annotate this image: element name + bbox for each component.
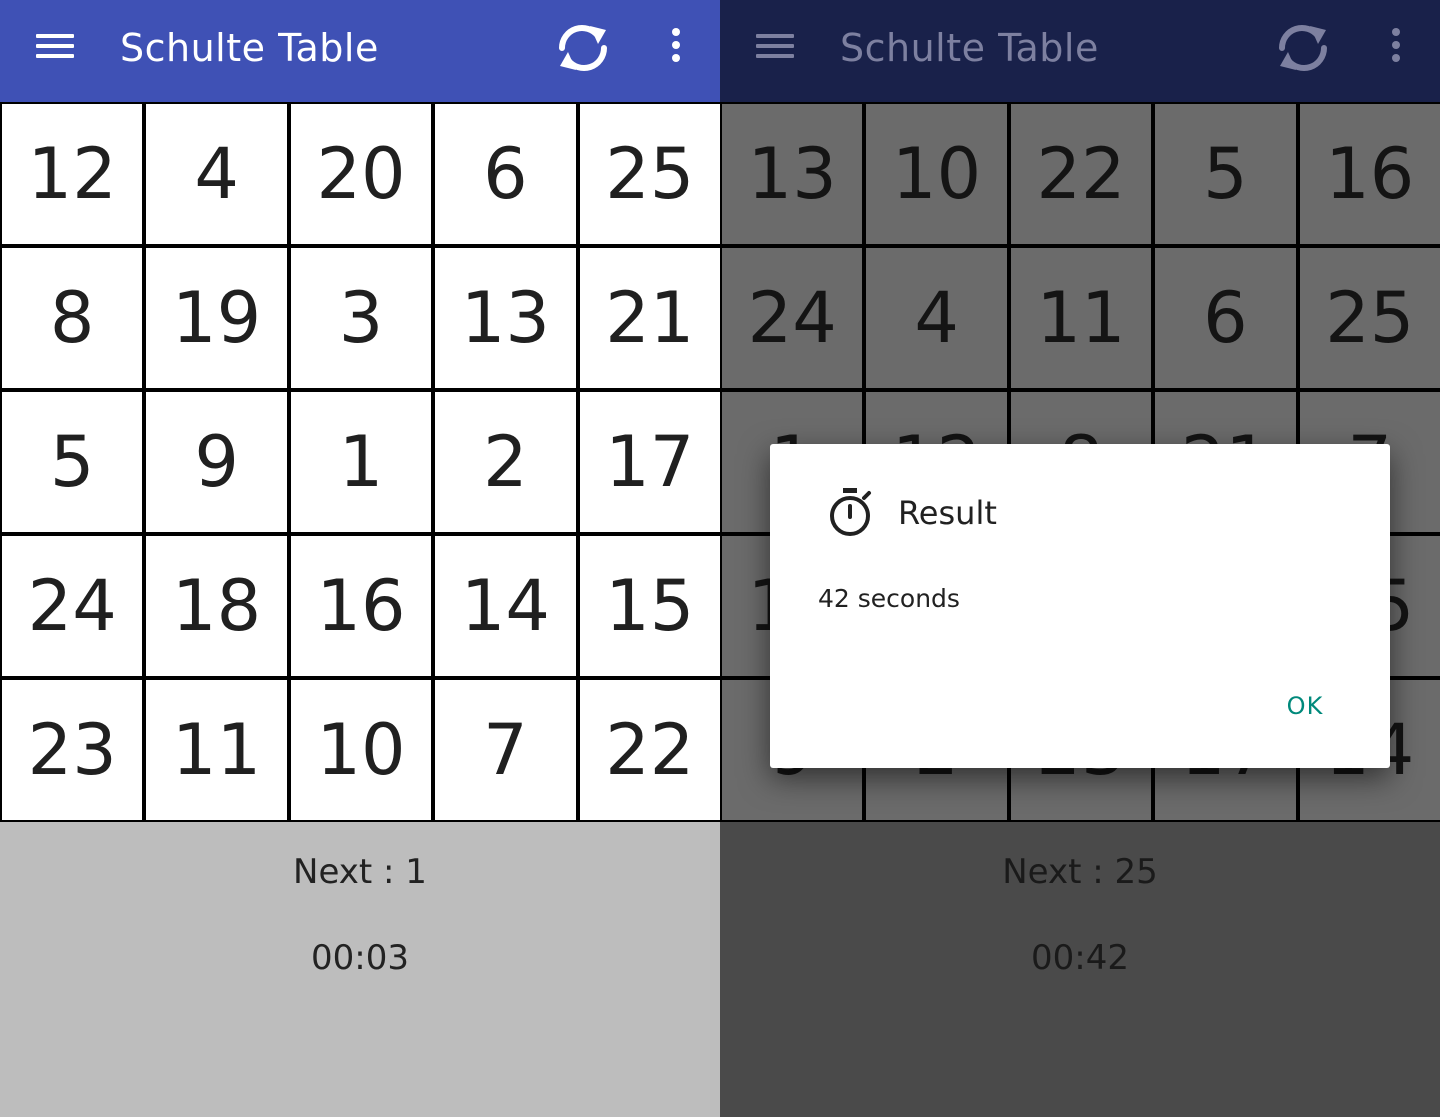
dialog-message: 42 seconds bbox=[818, 584, 960, 613]
ok-button[interactable]: OK bbox=[1270, 686, 1340, 726]
menu-icon[interactable] bbox=[756, 30, 796, 62]
grid-cell[interactable]: 16 bbox=[1299, 104, 1440, 244]
grid-cell[interactable]: 17 bbox=[579, 392, 720, 532]
grid-cell[interactable]: 14 bbox=[435, 536, 576, 676]
more-options-icon[interactable] bbox=[660, 26, 692, 66]
grid-cell[interactable]: 2 bbox=[435, 392, 576, 532]
grid-cell[interactable]: 12 bbox=[2, 104, 143, 244]
grid-cell[interactable]: 13 bbox=[722, 104, 863, 244]
elapsed-timer: 00:03 bbox=[311, 938, 409, 978]
grid-cell[interactable]: 15 bbox=[579, 536, 720, 676]
grid-cell[interactable]: 11 bbox=[146, 680, 287, 820]
grid-cell[interactable]: 23 bbox=[2, 680, 143, 820]
grid-cell[interactable]: 22 bbox=[579, 680, 720, 820]
grid-cell[interactable]: 5 bbox=[1155, 104, 1296, 244]
app-title: Schulte Table bbox=[120, 26, 379, 70]
elapsed-timer: 00:42 bbox=[1031, 938, 1129, 978]
stopwatch-icon bbox=[830, 488, 871, 536]
result-dialog: Result 42 seconds OK bbox=[770, 444, 1390, 768]
next-number-label: Next : 25 bbox=[1002, 852, 1158, 892]
grid-cell[interactable]: 4 bbox=[866, 248, 1007, 388]
grid-cell[interactable]: 10 bbox=[290, 680, 432, 820]
grid-cell[interactable]: 3 bbox=[290, 248, 432, 388]
grid-cell[interactable]: 8 bbox=[2, 248, 143, 388]
app-bar: Schulte Table bbox=[0, 0, 720, 102]
refresh-icon[interactable] bbox=[550, 18, 616, 78]
app-title: Schulte Table bbox=[840, 26, 1099, 70]
grid-cell[interactable]: 24 bbox=[2, 536, 143, 676]
more-options-icon[interactable] bbox=[1380, 26, 1412, 66]
game-screen-active: Schulte Table 12 4 20 6 25 8 19 3 13 21 … bbox=[0, 0, 720, 1117]
grid-cell[interactable]: 13 bbox=[435, 248, 576, 388]
next-number-label: Next : 1 bbox=[293, 852, 427, 892]
grid-cell[interactable]: 24 bbox=[722, 248, 863, 388]
grid-cell[interactable]: 1 bbox=[290, 392, 432, 532]
dialog-title: Result bbox=[898, 494, 997, 532]
grid-cell[interactable]: 16 bbox=[290, 536, 432, 676]
grid-cell[interactable]: 5 bbox=[2, 392, 143, 532]
grid-cell[interactable]: 7 bbox=[435, 680, 576, 820]
app-bar: Schulte Table bbox=[720, 0, 1440, 102]
grid-cell[interactable]: 25 bbox=[579, 104, 720, 244]
grid-cell[interactable]: 21 bbox=[579, 248, 720, 388]
grid-cell[interactable]: 9 bbox=[146, 392, 287, 532]
grid-cell[interactable]: 20 bbox=[290, 104, 432, 244]
grid-cell[interactable]: 22 bbox=[1010, 104, 1152, 244]
schulte-grid: 12 4 20 6 25 8 19 3 13 21 5 9 1 2 17 24 … bbox=[0, 102, 720, 822]
grid-cell[interactable]: 4 bbox=[146, 104, 287, 244]
grid-cell[interactable]: 18 bbox=[146, 536, 287, 676]
menu-icon[interactable] bbox=[36, 30, 76, 62]
grid-cell[interactable]: 6 bbox=[1155, 248, 1296, 388]
grid-cell[interactable]: 10 bbox=[866, 104, 1007, 244]
grid-cell[interactable]: 6 bbox=[435, 104, 576, 244]
grid-cell[interactable]: 19 bbox=[146, 248, 287, 388]
grid-cell[interactable]: 25 bbox=[1299, 248, 1440, 388]
grid-cell[interactable]: 11 bbox=[1010, 248, 1152, 388]
refresh-icon[interactable] bbox=[1270, 18, 1336, 78]
